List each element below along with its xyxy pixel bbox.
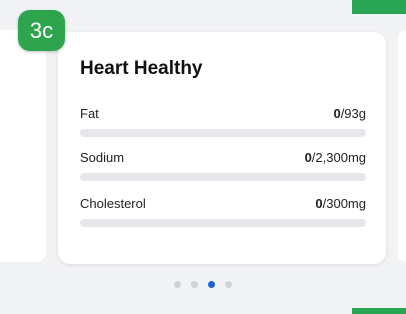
next-card-edge[interactable] — [398, 30, 406, 262]
step-badge: 3c — [18, 10, 65, 51]
fat-current: 0 — [333, 106, 341, 121]
page-indicator — [0, 281, 406, 288]
sodium-value: 0/2,300mg — [305, 150, 366, 165]
green-top-edge — [352, 0, 406, 14]
heart-healthy-card: Heart Healthy Fat 0/93g Sodium 0/2,300mg… — [58, 32, 386, 264]
cholesterol-value: 0/300mg — [315, 196, 366, 211]
sodium-progress-bar — [80, 173, 366, 181]
page-dot-3[interactable] — [208, 281, 215, 288]
card-title: Heart Healthy — [80, 58, 203, 79]
sodium-current: 0 — [304, 150, 312, 165]
previous-card-edge[interactable] — [0, 30, 46, 262]
cholesterol-progress-bar — [80, 219, 366, 227]
fat-target: /93g — [340, 106, 366, 121]
page-dot-2[interactable] — [191, 281, 198, 288]
cholesterol-target: /300mg — [322, 196, 366, 211]
fat-value: 0/93g — [333, 106, 366, 121]
green-bottom-edge — [352, 308, 406, 314]
cholesterol-current: 0 — [315, 196, 323, 211]
fat-label: Fat — [80, 106, 99, 121]
sodium-target: /2,300mg — [311, 150, 366, 165]
page-dot-4[interactable] — [225, 281, 232, 288]
page-dot-1[interactable] — [174, 281, 181, 288]
sodium-label: Sodium — [80, 150, 125, 165]
fat-progress-bar — [80, 129, 366, 137]
cholesterol-label: Cholesterol — [80, 196, 146, 211]
